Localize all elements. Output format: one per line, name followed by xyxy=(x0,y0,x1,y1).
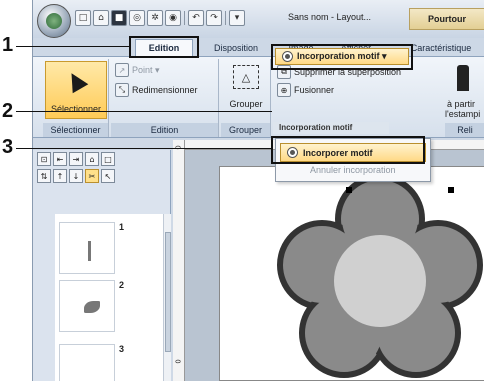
thumbnail-number: 2 xyxy=(119,280,125,290)
title-bar: □ ⌂ ■ ◎ ✲ ◉ ↶ ↷ ▾ Sans nom - Layout... P… xyxy=(33,0,484,38)
thumbnail-number: 3 xyxy=(119,344,125,354)
separator xyxy=(184,11,185,25)
point-label: Point ▾ xyxy=(132,64,160,75)
zoom-fit-icon[interactable]: ⊡ xyxy=(37,152,51,166)
group-icon: △ xyxy=(233,65,259,89)
merge-label: Fusionner xyxy=(294,85,335,95)
lock-icon[interactable]: ⌂ xyxy=(85,152,99,166)
panel-scrollbar[interactable] xyxy=(163,214,171,381)
highlight-box-1 xyxy=(129,36,199,58)
sort-icon[interactable]: ⇅ xyxy=(37,169,51,183)
move-first-icon[interactable]: ⇤ xyxy=(53,152,67,166)
undo-icon[interactable]: ↶ xyxy=(188,10,204,26)
list-item[interactable] xyxy=(59,280,115,332)
new-icon[interactable]: □ xyxy=(75,10,91,26)
stitch-icon[interactable]: ◎ xyxy=(129,10,145,26)
select-group: Sélectionner Sélectionner xyxy=(43,59,109,137)
move-down-icon[interactable]: ↓ xyxy=(69,169,83,183)
thumbnail-number: 1 xyxy=(119,222,125,232)
highlight-box-2 xyxy=(271,44,413,70)
selection-handle xyxy=(346,187,352,193)
cursor-icon xyxy=(63,68,89,94)
edit-group: ↗ Point ▾ ⤡ Redimensionner Edition xyxy=(111,59,219,137)
move-up-icon[interactable]: ↑ xyxy=(53,169,67,183)
leader-line-1 xyxy=(16,46,130,47)
resize-icon: ⤡ xyxy=(115,83,129,97)
point-button[interactable]: ↗ Point ▾ xyxy=(115,63,160,77)
flower-center xyxy=(334,235,426,327)
list-item[interactable] xyxy=(59,222,115,274)
merge-button[interactable]: ⊕ Fusionner xyxy=(277,83,334,97)
highlight-box-3 xyxy=(271,136,425,164)
group-group: △ Grouper Grouper xyxy=(221,59,271,137)
resize-button[interactable]: ⤡ Redimensionner xyxy=(115,83,198,97)
separator xyxy=(225,11,226,25)
stamp-icon xyxy=(457,65,469,91)
leader-line-2 xyxy=(16,111,272,112)
quick-access-toolbar: □ ⌂ ■ ◎ ✲ ◉ ↶ ↷ ▾ xyxy=(75,10,245,26)
stamp-line1: à partir xyxy=(447,99,476,109)
flower-design[interactable] xyxy=(220,167,484,381)
group-button-label: Grouper xyxy=(229,99,263,109)
design-page[interactable] xyxy=(219,166,484,381)
menu-item-cancel-embed[interactable]: Annuler incorporation xyxy=(310,165,396,175)
contextual-tab[interactable]: Pourtour xyxy=(409,8,484,30)
resize-label: Redimensionner xyxy=(132,85,198,95)
list-item[interactable] xyxy=(59,344,115,381)
thumb-line-shape xyxy=(88,241,91,261)
sewing-order-panel: ⊡ ⇤ ⇥ ⌂ □ ⇅ ↑ ↓ ✂ ↖ 1 2 3 xyxy=(33,150,171,381)
merge-icon: ⊕ xyxy=(277,83,291,97)
ribbon-tabs: Edition Disposition Image Afficher Carac… xyxy=(33,38,484,56)
redo-icon[interactable]: ↷ xyxy=(206,10,222,26)
callout-1: 1 xyxy=(2,34,14,56)
thumbnail-list: 1 2 3 xyxy=(55,214,163,381)
open-icon[interactable]: ⌂ xyxy=(93,10,109,26)
panel-toolbar: ⊡ ⇤ ⇥ ⌂ □ ⇅ ↑ ↓ ✂ ↖ xyxy=(37,152,167,186)
ribbon: Sélectionner Sélectionner ↗ Point ▾ ⤡ Re… xyxy=(33,56,484,138)
menu-header: Incorporation motif xyxy=(273,122,389,134)
move-last-icon[interactable]: ⇥ xyxy=(69,152,83,166)
callout-3: 3 xyxy=(2,136,14,158)
stamp-group: à partir l'estampi Reli xyxy=(445,59,484,137)
sew-icon[interactable]: ✲ xyxy=(147,10,163,26)
thumb-leaf-shape xyxy=(84,301,100,313)
pattern-icon[interactable]: ◉ xyxy=(165,10,181,26)
customize-qat-icon[interactable]: ▾ xyxy=(229,10,245,26)
stamp-group-label: Reli xyxy=(445,123,484,137)
select-group-label: Sélectionner xyxy=(43,123,108,137)
stamp-line2: l'estampi xyxy=(445,109,481,119)
application-menu-button[interactable] xyxy=(37,4,71,38)
pointer-icon[interactable]: ↖ xyxy=(101,169,115,183)
point-icon: ↗ xyxy=(115,63,129,77)
selection-handle xyxy=(448,187,454,193)
select-button-label: Sélectionner xyxy=(50,104,102,114)
ruler-mark: 0 xyxy=(173,359,181,364)
callout-2: 2 xyxy=(2,100,14,122)
app-logo-icon xyxy=(46,13,62,29)
link-icon[interactable]: ✂ xyxy=(85,169,99,183)
document-title: Sans nom - Layout... xyxy=(288,12,372,22)
tool-row: ⇅ ↑ ↓ ✂ ↖ xyxy=(37,169,167,183)
tool-row: ⊡ ⇤ ⇥ ⌂ □ xyxy=(37,152,167,166)
leader-line-3 xyxy=(16,148,272,149)
save-icon[interactable]: ■ xyxy=(111,10,127,26)
app-window: □ ⌂ ■ ◎ ✲ ◉ ↶ ↷ ▾ Sans nom - Layout... P… xyxy=(32,0,484,381)
edit-group-label: Edition xyxy=(111,123,218,137)
scrollbar-thumb[interactable] xyxy=(165,232,171,352)
group-group-label: Grouper xyxy=(221,123,270,137)
frame-icon[interactable]: □ xyxy=(101,152,115,166)
tab-disposition[interactable]: Disposition xyxy=(201,39,271,56)
vertical-ruler: 0 0 xyxy=(173,140,185,381)
